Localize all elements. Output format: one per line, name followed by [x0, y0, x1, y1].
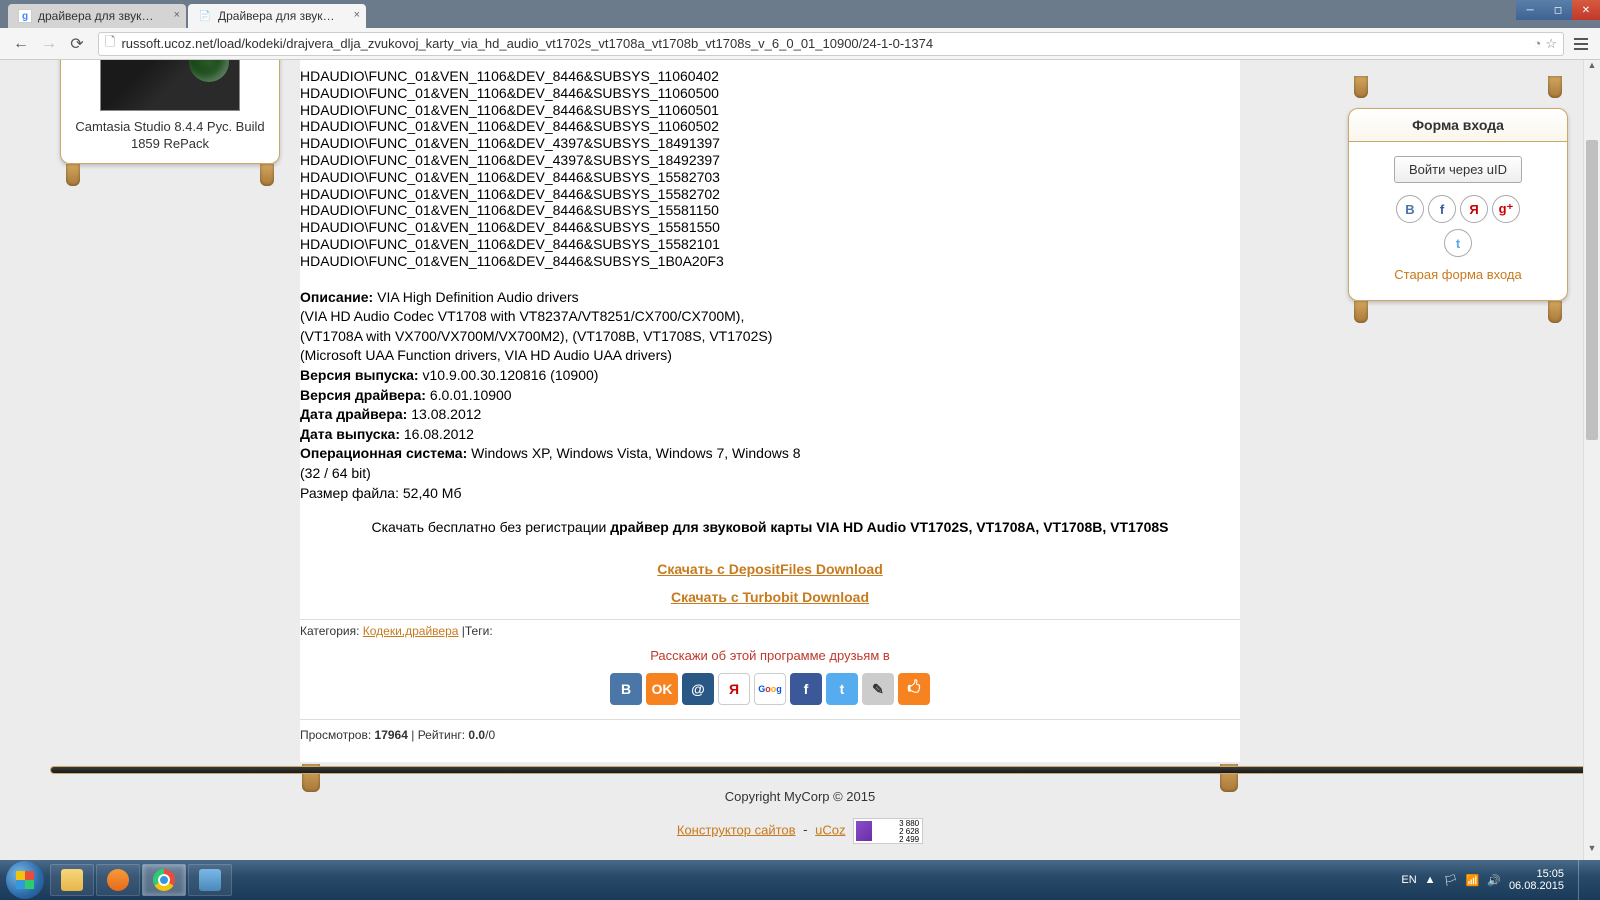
share-icons-row: B OK @ Я Goog f t ✎ 🖒 [300, 673, 1240, 705]
main-content: HDAUDIO\FUNC_01&VEN_1106&DEV_8446&SUBSYS… [300, 60, 1240, 792]
start-button[interactable] [6, 861, 44, 899]
share-mailru-icon[interactable]: @ [682, 673, 714, 705]
windows-taskbar: EN ▲ 🏳 📶 🔊 15:05 06.08.2015 [0, 860, 1600, 900]
browser-tab[interactable]: g драйвера для звуковой к × [8, 4, 186, 28]
footer-divider [50, 766, 1588, 774]
pocket-icon[interactable]: ◔ [1533, 36, 1541, 52]
scrollbar-thumb[interactable] [1586, 140, 1598, 440]
product-title: Camtasia Studio 8.4.4 Рус. Build 1859 Re… [71, 119, 269, 153]
tray-volume-icon[interactable]: 🔊 [1487, 874, 1501, 887]
share-ok-icon[interactable]: OK [646, 673, 678, 705]
share-google-icon[interactable]: Goog [754, 673, 786, 705]
decorative-leg [66, 164, 80, 186]
window-minimize-button[interactable]: ─ [1516, 0, 1544, 20]
scroll-down-arrow-icon[interactable]: ▼ [1584, 843, 1600, 860]
login-form-title: Форма входа [1357, 117, 1559, 133]
taskbar-photos-button[interactable] [188, 864, 232, 896]
sidebar-product-link[interactable]: Camtasia Studio 8.4.4 Рус. Build 1859 Re… [60, 60, 280, 164]
decorative-leg [1548, 76, 1562, 98]
login-yandex-icon[interactable]: Я [1460, 195, 1488, 223]
tray-clock[interactable]: 15:05 06.08.2015 [1509, 868, 1564, 892]
window-maximize-button[interactable]: ◻ [1544, 0, 1572, 20]
tray-show-hidden-icon[interactable]: ▲ [1425, 874, 1436, 886]
nav-reload-button[interactable]: ⟳ [64, 31, 90, 57]
taskbar-wmp-button[interactable] [96, 864, 140, 896]
tab-title: драйвера для звуковой к [38, 9, 158, 23]
nav-forward-button[interactable]: → [36, 31, 62, 57]
page-icon: 🗋 [105, 33, 115, 55]
scroll-up-arrow-icon[interactable]: ▲ [1584, 60, 1600, 77]
share-twitter-icon[interactable]: t [826, 673, 858, 705]
category-row: Категория: Кодеки,драйвера |Теги: [300, 619, 1240, 638]
stats-row: Просмотров: 17964 | Рейтинг: 0.0/0 [300, 719, 1240, 742]
category-link[interactable]: Кодеки,драйвера [363, 624, 459, 638]
share-yandex-icon[interactable]: Я [718, 673, 750, 705]
hardware-id-list: HDAUDIO\FUNC_01&VEN_1106&DEV_8446&SUBSYS… [300, 68, 1240, 270]
page-viewport: Camtasia Studio 8.4.4 Рус. Build 1859 Re… [0, 60, 1600, 860]
share-vk-icon[interactable]: B [610, 673, 642, 705]
login-uid-button[interactable]: Войти через uID [1394, 156, 1522, 183]
window-close-button[interactable]: ✕ [1572, 0, 1600, 20]
tab-title: Драйвера для звуковой к [218, 9, 338, 23]
old-login-form-link[interactable]: Старая форма входа [1359, 267, 1557, 282]
google-favicon-icon: g [18, 9, 32, 23]
login-twitter-icon[interactable]: t [1444, 229, 1472, 257]
nav-back-button[interactable]: ← [8, 31, 34, 57]
tray-flag-icon[interactable]: 🏳 [1444, 874, 1458, 887]
share-facebook-icon[interactable]: f [790, 673, 822, 705]
tab-close-icon[interactable]: × [354, 9, 360, 21]
download-link-depositfiles[interactable]: Скачать с DepositFiles Download [300, 561, 1240, 577]
browser-tab-strip: g драйвера для звуковой к × 📄 Драйвера д… [0, 0, 1600, 28]
decorative-leg [1354, 301, 1368, 323]
share-rss-icon[interactable]: 🖒 [898, 673, 930, 705]
decorative-leg [260, 164, 274, 186]
product-thumbnail [100, 60, 240, 111]
login-facebook-icon[interactable]: f [1428, 195, 1456, 223]
download-cta: Скачать бесплатно без регистрации драйве… [300, 519, 1240, 535]
browser-tab-active[interactable]: 📄 Драйвера для звуковой к × [188, 4, 366, 28]
footer-link-ucoz[interactable]: uCoz [815, 822, 845, 837]
tab-close-icon[interactable]: × [174, 9, 180, 21]
footer-copyright: Copyright MyCorp © 2015 [0, 789, 1600, 804]
decorative-leg [1548, 301, 1562, 323]
sidebar-product-card: Camtasia Studio 8.4.4 Рус. Build 1859 Re… [60, 60, 280, 186]
description-block: Описание: VIA High Definition Audio driv… [300, 288, 1240, 504]
address-bar[interactable]: 🗋 russoft.ucoz.net/load/kodeki/drajvera_… [98, 32, 1564, 56]
taskbar-explorer-button[interactable] [50, 864, 94, 896]
browser-toolbar: ← → ⟳ 🗋 russoft.ucoz.net/load/kodeki/dra… [0, 28, 1600, 60]
login-vk-icon[interactable]: B [1396, 195, 1424, 223]
login-googleplus-icon[interactable]: g⁺ [1492, 195, 1520, 223]
url-text: russoft.ucoz.net/load/kodeki/drajvera_dl… [121, 36, 1533, 51]
visitor-counter-widget[interactable]: 3 880 2 628 2 499 [853, 818, 923, 844]
chrome-menu-button[interactable] [1570, 33, 1592, 55]
login-sidebar: Форма входа Войти через uID B f Я g⁺ t С… [1348, 76, 1568, 323]
tray-network-icon[interactable]: 📶 [1466, 874, 1480, 887]
show-desktop-button[interactable] [1578, 860, 1588, 900]
share-livejournal-icon[interactable]: ✎ [862, 673, 894, 705]
decorative-leg [1354, 76, 1368, 98]
bookmark-star-icon[interactable]: ☆ [1545, 36, 1557, 52]
download-link-turbobit[interactable]: Скачать с Turbobit Download [300, 589, 1240, 605]
system-tray: EN ▲ 🏳 📶 🔊 15:05 06.08.2015 [1401, 860, 1594, 900]
vertical-scrollbar[interactable]: ▲ ▼ [1583, 60, 1600, 860]
taskbar-chrome-button[interactable] [142, 864, 186, 896]
site-favicon-icon: 📄 [198, 9, 212, 23]
footer-links: Конструктор сайтов - uCoz 3 880 2 628 2 … [0, 818, 1600, 844]
tray-language-indicator[interactable]: EN [1401, 874, 1416, 886]
share-prompt: Расскажи об этой программе друзьям в [300, 648, 1240, 663]
footer-link-constructor[interactable]: Конструктор сайтов [677, 822, 796, 837]
